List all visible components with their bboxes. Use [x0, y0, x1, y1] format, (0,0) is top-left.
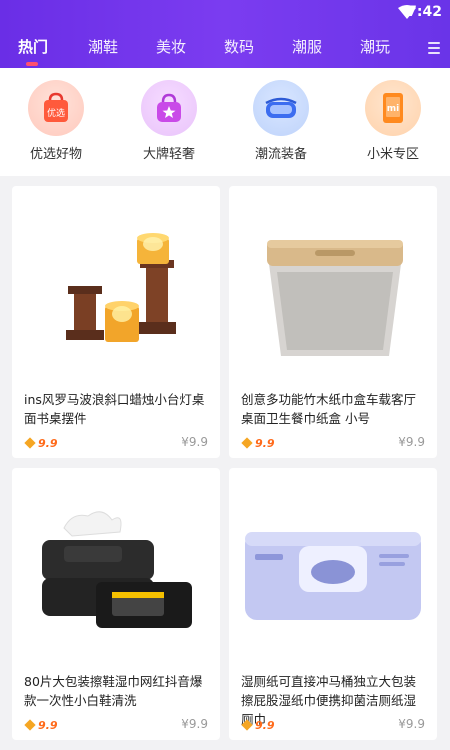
tissue-box-image — [267, 240, 403, 356]
category-xiaomi-zone[interactable]: mi 小米专区 — [348, 80, 438, 162]
shoe-wipes-image — [42, 511, 192, 628]
shopping-bag-icon: 优选 — [28, 80, 84, 136]
wet-toilet-paper-image — [245, 532, 421, 620]
candle-lamp-image — [66, 233, 176, 342]
handbag-star-icon — [141, 80, 197, 136]
product-card[interactable]: 创意多功能竹木纸巾盒车载客厅桌面卫生餐巾纸盒 小号 9.9 ¥9.9 — [229, 186, 437, 458]
category-label: 小米专区 — [366, 147, 419, 162]
discount-badge: 9.9 — [241, 718, 275, 732]
product-price: ¥9.9 — [181, 435, 208, 449]
category-shortcuts: 优选 优选好物 大牌轻奢 潮流装备 mi 小米专区 — [0, 68, 450, 176]
discount-badge: 9.9 — [241, 436, 275, 450]
svg-text:mi: mi — [387, 104, 399, 114]
tab-trendy-shoes[interactable]: 潮鞋 — [88, 36, 118, 57]
category-label: 大牌轻奢 — [142, 147, 195, 162]
xiaomi-phone-icon: mi — [365, 80, 421, 136]
product-title: 80片大包装擦鞋湿巾网红抖音爆款一次性小白鞋清洗 — [24, 674, 203, 708]
product-title: ins风罗马波浪斜口蜡烛小台灯桌面书桌摆件 — [24, 392, 205, 426]
discount-badge: 9.9 — [24, 718, 58, 732]
status-bar: 7:42 — [0, 0, 450, 24]
tab-hot[interactable]: 热门 — [18, 36, 48, 57]
product-title: 创意多功能竹木纸巾盒车载客厅桌面卫生餐巾纸盒 小号 — [241, 392, 417, 426]
tab-digital[interactable]: 数码 — [224, 36, 254, 57]
product-price: ¥9.9 — [181, 717, 208, 731]
category-label: 优选好物 — [29, 147, 82, 162]
menu-icon[interactable] — [428, 42, 440, 54]
product-price: ¥9.9 — [398, 435, 425, 449]
vr-headset-icon — [253, 80, 309, 136]
tab-trendy-toys[interactable]: 潮玩 — [360, 36, 390, 57]
product-price: ¥9.9 — [398, 717, 425, 731]
category-tab-bar: 热门 潮鞋 美妆 数码 潮服 潮玩 — [0, 24, 450, 68]
status-time: 7:42 — [407, 4, 442, 20]
category-label: 潮流装备 — [254, 147, 307, 162]
category-selected-goods[interactable]: 优选 优选好物 — [11, 80, 101, 162]
product-card[interactable]: 湿厕纸可直接冲马桶独立大包装擦屁股湿纸巾便携抑菌洁厕纸湿厕巾 9.9 ¥9.9 — [229, 468, 437, 740]
svg-text:优选: 优选 — [47, 107, 65, 119]
discount-badge: 9.9 — [24, 436, 58, 450]
category-trendy-gear[interactable]: 潮流装备 — [236, 80, 326, 162]
tab-beauty[interactable]: 美妆 — [156, 36, 186, 57]
category-luxury-brands[interactable]: 大牌轻奢 — [124, 80, 214, 162]
active-tab-indicator — [26, 62, 38, 66]
product-card[interactable]: ins风罗马波浪斜口蜡烛小台灯桌面书桌摆件 9.9 ¥9.9 — [12, 186, 220, 458]
product-card[interactable]: 80片大包装擦鞋湿巾网红抖音爆款一次性小白鞋清洗 9.9 ¥9.9 — [12, 468, 220, 740]
tab-trendy-clothing[interactable]: 潮服 — [292, 36, 322, 57]
